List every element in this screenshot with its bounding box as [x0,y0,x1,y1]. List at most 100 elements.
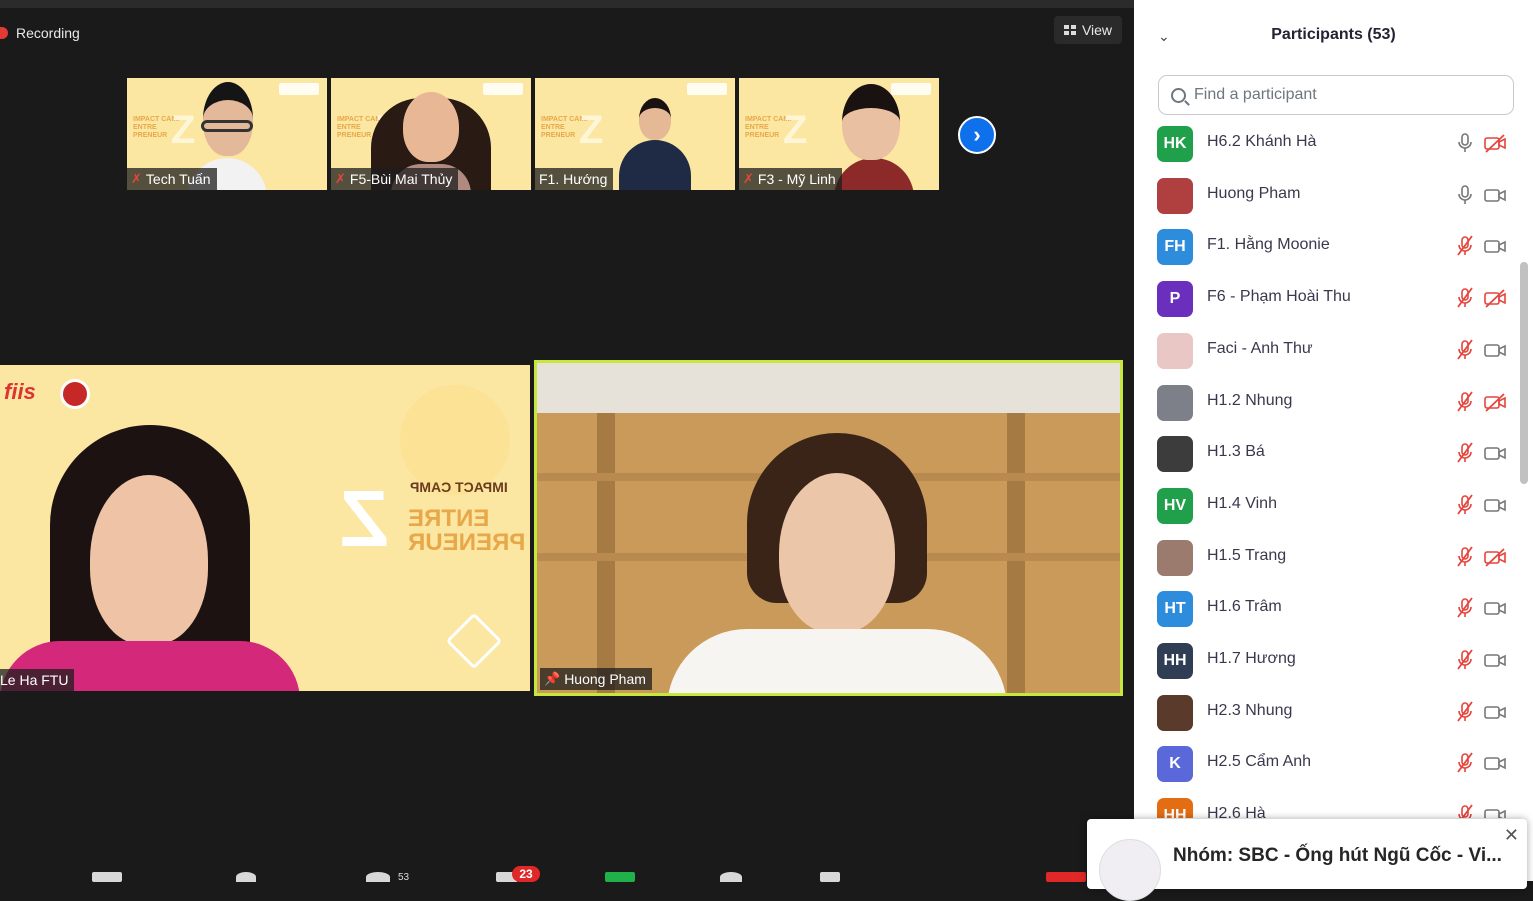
sparkle-decor [445,612,503,670]
panel-header: ⌄ Participants (53) [1134,20,1533,54]
mic-muted-icon: ✗ [743,171,754,186]
avatar: HH [1157,643,1193,679]
thumb-name-tag: F1. Hướng [535,168,614,190]
participant-row[interactable]: HK H6.2 Khánh Hà [1134,118,1522,170]
participant-row[interactable]: HH H2.6 Hà [1134,790,1522,818]
video-icon[interactable] [1482,233,1508,259]
thumb-name: F5-Bùi Mai Thủy [349,171,453,187]
thumb-z-mark: Z [783,108,808,152]
search-icon [1171,87,1186,103]
participant-row[interactable]: HT H1.6 Trâm [1134,583,1522,635]
avatar: HK [1157,126,1193,162]
next-page-button[interactable]: › [958,116,996,154]
main-name-tag-right: 📌 Huong Pham [540,668,652,690]
thumb-name-tag: ✗ Tech Tuấn [127,168,217,190]
participant-name: H1.2 Nhung [1207,391,1293,409]
backdrop-camp-text: IMPACT CAMP [410,479,508,495]
mic-icon[interactable] [1452,130,1478,156]
video-off-icon[interactable] [1482,389,1508,415]
mic-muted-icon[interactable] [1452,802,1478,818]
participant-row[interactable]: H1.5 Trang [1134,532,1522,584]
video-icon[interactable] [1482,337,1508,363]
ceiling [537,363,1120,413]
avatar: HT [1157,591,1193,628]
mic-muted-icon[interactable] [1452,699,1478,725]
participant-video [0,425,300,691]
participant-list[interactable]: HK H6.2 Khánh Hà Huong Pham FH F1. Hằng Moon… [1134,118,1522,818]
mic-muted-icon[interactable] [1452,233,1478,259]
participant-row[interactable]: H1.3 Bá [1134,428,1522,480]
mic-muted-icon[interactable] [1452,750,1478,776]
participant-row[interactable]: H2.3 Nhung [1134,687,1522,739]
participants-panel: ⌄ Participants (53) HK H6.2 Khánh Hà Huong… [1134,0,1533,881]
avatar: FH [1157,229,1193,266]
search-input[interactable] [1192,85,1496,105]
participant-row[interactable]: HV H1.4 Vinh [1134,480,1522,532]
avatar [1157,539,1193,576]
video-off-icon[interactable] [1482,285,1508,311]
close-icon[interactable]: ✕ [1504,825,1519,846]
participant-name: H2.6 Hà [1207,805,1266,818]
mic-muted-icon[interactable] [1452,440,1478,466]
mic-muted-icon[interactable] [1452,647,1478,673]
backdrop-z-mark: Z [340,474,389,563]
chevron-right-icon: › [973,122,981,147]
mic-muted-icon: ✗ [335,171,346,186]
backdrop-title: ENTRE PRENEUR [408,505,526,556]
main-name-left: Le Ha FTU [0,672,69,688]
video-off-icon[interactable] [1482,544,1508,570]
video-icon[interactable] [1482,802,1508,818]
video-thumbnail-1[interactable]: IMPACT CAMP ENTRE PRENEUR Z ✗ Tech Tuấn [127,78,327,190]
avatar [1157,177,1193,214]
mic-muted-icon[interactable] [1452,595,1478,621]
participant-row[interactable]: H1.2 Nhung [1134,377,1522,429]
video-thumbnail-2[interactable]: IMPACT CAMPENTREPRENEUR Z ✗ F5-Bùi Mai T… [331,78,531,190]
avatar: HV [1157,487,1193,524]
participant-search[interactable] [1158,75,1514,115]
video-off-icon[interactable] [1482,130,1508,156]
recording-indicator[interactable]: Recording [0,22,80,44]
meeting-area: Recording View IMPACT CAMP ENTRE PRENEUR Z… [0,0,1134,883]
participant-name: H1.5 Trang [1207,546,1287,564]
video-icon[interactable] [1482,182,1508,208]
video-icon[interactable] [1482,647,1508,673]
main-video-right-active-speaker[interactable]: 📌 Huong Pham [534,360,1123,696]
participant-name: F6 - Phạm Hoài Thu [1207,288,1351,306]
mic-muted-icon[interactable] [1452,389,1478,415]
participant-name: H1.7 Hương [1207,650,1296,667]
participant-row[interactable]: Huong Pham [1134,170,1522,222]
video-icon[interactable] [1482,595,1508,621]
participant-row[interactable]: FH F1. Hằng Moonie [1134,221,1522,273]
participant-row[interactable]: P F6 - Phạm Hoài Thu [1134,273,1522,325]
video-icon[interactable] [1482,440,1508,466]
mic-muted-icon[interactable] [1452,285,1478,311]
mic-icon[interactable] [1452,182,1478,208]
mic-muted-icon[interactable] [1452,492,1478,518]
video-icon[interactable] [1482,750,1508,776]
record-dot-icon [0,27,8,39]
participant-name: Faci - Anh Thư [1207,339,1313,357]
video-icon[interactable] [1482,699,1508,725]
notification-thumbnail [1099,839,1161,901]
thumb-name-tag: ✗ F3 - Mỹ Linh [739,168,842,190]
chat-unread-badge: 23 [512,866,540,882]
mic-muted-icon[interactable] [1452,337,1478,363]
video-icon[interactable] [1482,492,1508,518]
participant-row[interactable]: K H2.5 Cẩm Anh [1134,738,1522,790]
main-video-left[interactable]: fiis IMPACT CAMP Z ENTRE PRENEUR Le Ha FT… [0,365,530,691]
participant-row[interactable]: HH H1.7 Hương [1134,635,1522,687]
chat-notification[interactable]: Nhóm: SBC - Ống hút Ngũ Cốc - Vi... ✕ [1087,819,1527,901]
video-thumbnail-4[interactable]: IMPACT CAMP ENTRE PRENEUR Z ✗ F3 - Mỹ Linh [739,78,939,190]
mic-muted-icon[interactable] [1452,544,1478,570]
thumb-name-tag: ✗ F5-Bùi Mai Thủy [331,168,459,190]
view-button[interactable]: View [1054,16,1122,44]
notification-text: Nhóm: SBC - Ống hút Ngũ Cốc - Vi... [1173,845,1502,866]
participant-list-scrollbar[interactable] [1520,262,1528,484]
grid-view-icon [1063,25,1076,35]
participant-row[interactable]: Faci - Anh Thư [1134,325,1522,377]
university-seal-icon [60,379,90,409]
recording-label: Recording [16,25,80,41]
thumb-name: F3 - Mỹ Linh [757,171,836,187]
participant-name: H1.4 Vinh [1207,494,1277,512]
video-thumbnail-3[interactable]: IMPACT CAMP ENTRE PRENEUR Z F1. Hướng [535,78,735,190]
